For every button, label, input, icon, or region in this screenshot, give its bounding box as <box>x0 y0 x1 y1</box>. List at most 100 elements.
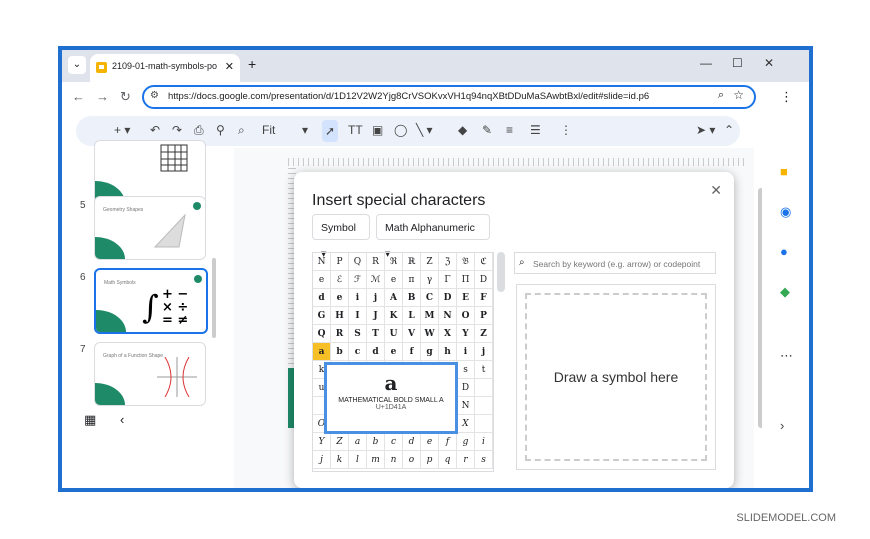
character-cell[interactable]: V <box>403 325 421 343</box>
character-cell[interactable]: e <box>421 433 439 451</box>
character-cell[interactable]: g <box>457 433 475 451</box>
maps-icon[interactable]: ◆ <box>780 284 790 300</box>
character-cell[interactable]: d <box>367 343 385 361</box>
character-cell[interactable]: e <box>385 271 403 289</box>
category-select[interactable]: Symbol ▾ <box>312 214 370 260</box>
character-cell[interactable]: Γ <box>439 271 457 289</box>
maximize-icon[interactable]: ☐ <box>732 56 743 70</box>
pointer-icon[interactable]: ➤ ▾ <box>696 123 715 137</box>
more-horiz-icon[interactable]: ⋯ <box>780 348 793 364</box>
draw-area[interactable]: Draw a symbol here <box>516 284 716 470</box>
character-cell[interactable]: S <box>349 325 367 343</box>
character-cell[interactable]: h <box>439 343 457 361</box>
character-cell[interactable]: Q <box>349 253 367 271</box>
character-cell[interactable]: N <box>313 253 331 271</box>
character-cell[interactable]: π <box>403 271 421 289</box>
character-cell[interactable]: I <box>349 307 367 325</box>
character-cell[interactable]: e <box>385 343 403 361</box>
chevron-left-icon[interactable]: ‹ <box>120 412 124 427</box>
character-cell[interactable]: X <box>457 415 475 433</box>
keep-icon[interactable]: ■ <box>780 164 788 179</box>
character-cell[interactable]: Q <box>313 325 331 343</box>
character-cell[interactable] <box>475 379 493 397</box>
character-cell[interactable]: b <box>367 433 385 451</box>
character-cell[interactable]: e <box>331 289 349 307</box>
redo-icon[interactable]: ↷ <box>172 123 182 137</box>
character-cell[interactable]: a <box>313 343 331 361</box>
character-cell[interactable]: ℜ <box>385 253 403 271</box>
character-cell[interactable]: L <box>403 307 421 325</box>
character-cell[interactable]: l <box>349 451 367 469</box>
character-cell[interactable]: P <box>331 253 349 271</box>
character-cell[interactable]: d <box>403 433 421 451</box>
character-cell[interactable]: ℱ <box>349 271 367 289</box>
zoom-icon[interactable]: ⌕ <box>238 123 245 138</box>
character-cell[interactable]: a <box>349 433 367 451</box>
character-cell[interactable]: G <box>313 307 331 325</box>
character-cell[interactable]: F <box>475 289 493 307</box>
character-cell[interactable]: M <box>421 307 439 325</box>
character-cell[interactable]: Π <box>457 271 475 289</box>
character-cell[interactable]: f <box>439 433 457 451</box>
character-cell[interactable]: n <box>385 451 403 469</box>
character-cell[interactable]: j <box>367 289 385 307</box>
print-icon[interactable]: ⎙ <box>194 123 204 138</box>
tune-icon[interactable]: ⚙ <box>150 90 159 101</box>
slide-thumb-4[interactable] <box>94 140 206 204</box>
character-cell[interactable]: Y <box>313 433 331 451</box>
character-cell[interactable]: E <box>457 289 475 307</box>
character-cell[interactable]: j <box>313 451 331 469</box>
character-cell[interactable]: ℝ <box>403 253 421 271</box>
grid-view-icon[interactable]: ▦ <box>84 412 96 428</box>
character-cell[interactable]: o <box>403 451 421 469</box>
character-cell[interactable]: s <box>457 361 475 379</box>
back-icon[interactable]: ← <box>72 89 85 104</box>
character-cell[interactable]: R <box>367 253 385 271</box>
subcategory-select[interactable]: Math Alphanumeric ▾ <box>376 214 490 260</box>
undo-icon[interactable]: ↶ <box>150 123 160 137</box>
grid-scrollbar[interactable] <box>497 252 505 292</box>
character-cell[interactable]: P <box>475 307 493 325</box>
chevron-right-icon[interactable]: › <box>780 418 784 433</box>
character-cell[interactable] <box>475 415 493 433</box>
character-cell[interactable]: e <box>313 271 331 289</box>
character-cell[interactable]: W <box>421 325 439 343</box>
border-dash-icon[interactable]: ☰ <box>530 123 541 137</box>
reload-icon[interactable]: ↻ <box>120 89 131 105</box>
chevron-down-icon[interactable]: ⌄ <box>68 56 86 74</box>
border-weight-icon[interactable]: ≡ <box>506 123 513 137</box>
character-cell[interactable]: Y <box>457 325 475 343</box>
character-cell[interactable]: t <box>475 361 493 379</box>
character-cell[interactable]: D <box>457 379 475 397</box>
sidebar-scrollbar[interactable] <box>212 258 216 338</box>
slide-thumb-7[interactable]: Graph of a Function Shape <box>94 342 206 406</box>
plus-icon[interactable]: + <box>248 56 256 72</box>
close-window-icon[interactable]: ✕ <box>764 56 774 70</box>
zoom-icon[interactable]: ⌕ <box>718 89 724 102</box>
character-cell[interactable]: O <box>457 307 475 325</box>
line-icon[interactable]: ╲ ▾ <box>416 123 433 137</box>
textbox-icon[interactable]: TT <box>348 123 363 137</box>
character-cell[interactable]: q <box>439 451 457 469</box>
forward-icon[interactable]: → <box>96 89 109 104</box>
character-cell[interactable]: Z <box>331 433 349 451</box>
character-cell[interactable]: m <box>367 451 385 469</box>
character-cell[interactable]: ℰ <box>331 271 349 289</box>
character-cell[interactable]: ℭ <box>475 253 493 271</box>
character-cell[interactable]: J <box>367 307 385 325</box>
character-cell[interactable]: f <box>403 343 421 361</box>
character-cell[interactable]: R <box>331 325 349 343</box>
chevron-down-icon[interactable]: ▾ <box>302 123 308 137</box>
character-cell[interactable]: N <box>457 397 475 415</box>
zoom-select[interactable]: Fit <box>262 123 275 137</box>
minimize-icon[interactable]: — <box>700 56 712 70</box>
more-vert-icon[interactable]: ⋮ <box>780 89 793 105</box>
plus-icon[interactable]: + ▾ <box>114 123 130 137</box>
tasks-icon[interactable]: ◉ <box>780 204 791 220</box>
character-cell[interactable]: 𝔅 <box>457 253 475 271</box>
character-cell[interactable]: j <box>475 343 493 361</box>
character-cell[interactable]: D <box>475 271 493 289</box>
search-input[interactable] <box>531 256 715 272</box>
close-icon[interactable]: ✕ <box>710 182 722 199</box>
paint-format-icon[interactable]: ⚲ <box>216 123 225 137</box>
